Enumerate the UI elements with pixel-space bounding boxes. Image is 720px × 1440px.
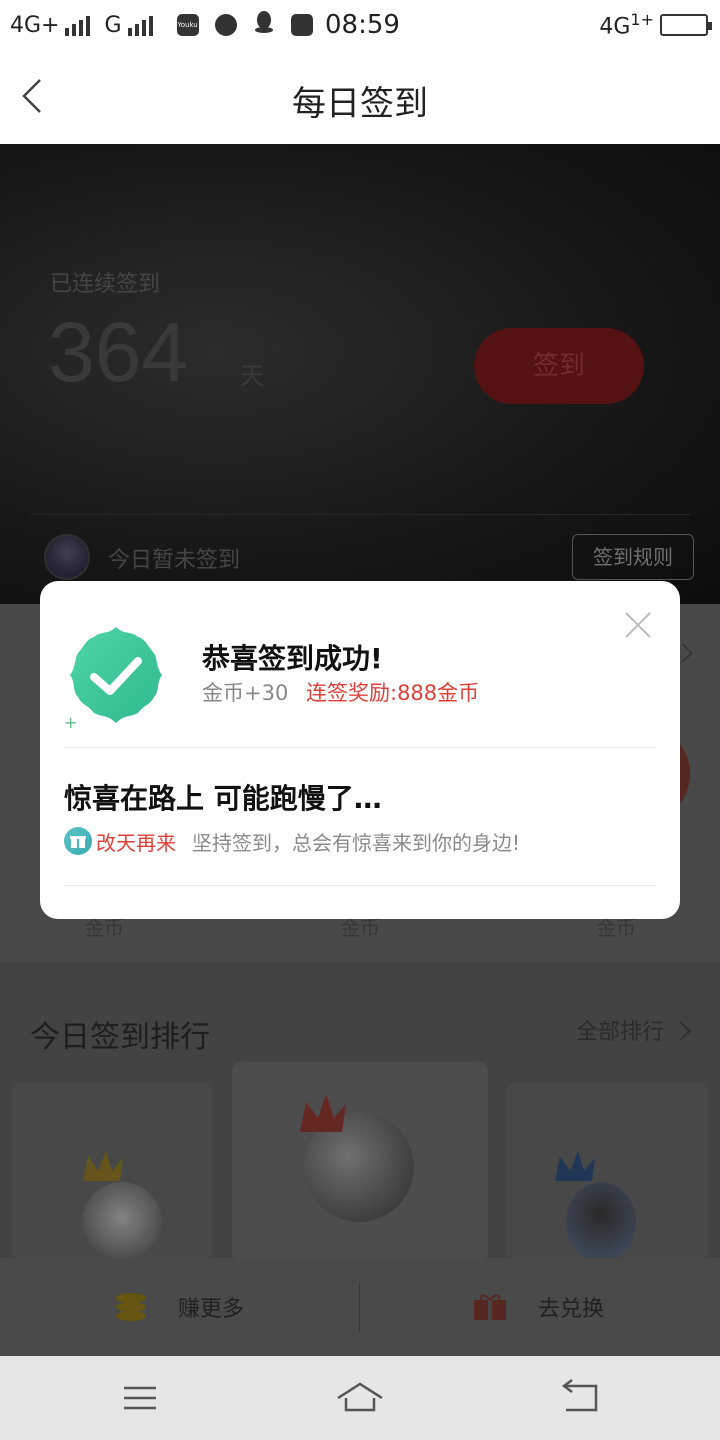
gift-icon <box>64 827 92 855</box>
home-icon <box>337 1382 383 1412</box>
planet-app-icon <box>214 14 237 36</box>
divider <box>64 747 656 748</box>
checkin-success-dialog: + 恭喜签到成功! 金币+30 连签奖励:888金币 惊喜在路上 可能跑慢了… … <box>40 581 680 919</box>
dialog-title: 恭喜签到成功! <box>202 642 383 675</box>
sparkle-mark: + <box>64 713 78 732</box>
youku-app-icon: Youku <box>176 14 199 36</box>
signal-bars-icon <box>65 14 91 36</box>
menu-icon <box>124 1386 156 1410</box>
status-bar: 4G+ G Youku 08:59 4G1+ <box>0 0 720 50</box>
status-left: 4G+ G Youku <box>10 10 313 40</box>
qq-app-icon <box>253 10 275 40</box>
status-right: 4G1+ <box>599 10 712 40</box>
network-type-label-2: G <box>104 12 122 38</box>
close-icon <box>625 612 651 638</box>
bag-app-icon <box>290 14 313 36</box>
menu-button[interactable] <box>110 1372 170 1424</box>
battery-icon <box>660 13 712 36</box>
encouragement-text: 坚持签到，总会有惊喜来到你的身边! <box>192 831 521 855</box>
come-back-later-label: 改天再来 <box>96 831 176 855</box>
divider <box>64 885 656 886</box>
nav-bar: 每日签到 <box>0 50 720 144</box>
check-badge-icon <box>70 627 162 723</box>
dialog-subtitle: 惊喜在路上 可能跑慢了… <box>64 782 382 815</box>
close-button[interactable] <box>622 609 654 641</box>
home-button[interactable] <box>330 1372 390 1424</box>
network-right-label: 4G1+ <box>599 10 654 40</box>
signal-bars-icon-2 <box>127 14 153 36</box>
streak-bonus: 连签奖励:888金币 <box>306 681 480 705</box>
coins-earned: 金币+30 <box>202 681 289 705</box>
screen: 4G+ G Youku 08:59 4G1+ 每日签到 已连续签到 364 天 … <box>0 0 720 1440</box>
system-nav-bar <box>0 1356 720 1440</box>
return-button[interactable] <box>550 1372 610 1424</box>
return-icon <box>561 1379 598 1412</box>
clock: 08:59 <box>325 10 400 40</box>
network-type-label: 4G+ <box>10 12 60 38</box>
page-title: 每日签到 <box>292 84 428 124</box>
